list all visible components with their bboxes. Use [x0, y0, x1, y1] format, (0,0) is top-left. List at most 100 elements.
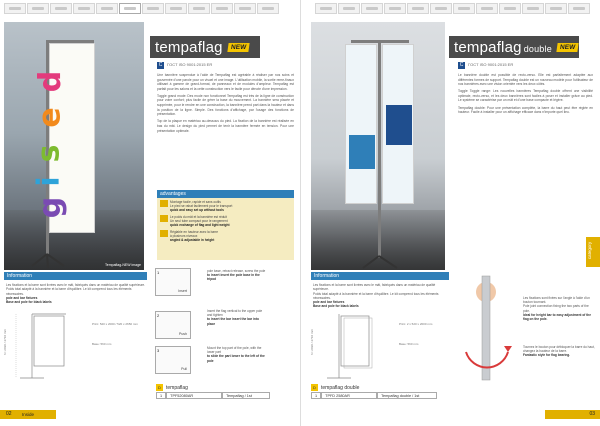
- thumbnail[interactable]: [499, 3, 521, 14]
- advantage-item: Le poids du mât et la bannière est rédui…: [160, 215, 291, 227]
- order-code[interactable]: TPFD 2580AR: [321, 392, 378, 399]
- step-bold: to slide the part lower to the left of t…: [207, 354, 265, 363]
- order-label: D tempaflag double: [311, 384, 359, 391]
- step-instructions-1: pole base, retract release, screw the po…: [207, 269, 267, 282]
- new-badge: NEW: [556, 42, 579, 52]
- step-box-3: 3 Pull: [155, 346, 191, 374]
- information-header: Information: [311, 272, 449, 280]
- thumbnail[interactable]: [234, 3, 256, 14]
- advantage-item: Réglable en hauteur avec la barre à plus…: [160, 230, 291, 242]
- caption-bold: Fantastic style for flag bearing.: [523, 353, 571, 358]
- order-letter: D: [311, 384, 318, 391]
- step-box-2: 2 Push: [155, 311, 191, 339]
- thumbnail[interactable]: [384, 3, 406, 14]
- advantage-bold: quick and easy set up without tools: [170, 208, 224, 212]
- title-suffix: double: [523, 43, 552, 54]
- thumbnail[interactable]: [4, 3, 26, 14]
- left-page: d e s i g Tempaflag-NEW image tempaflag …: [0, 0, 300, 426]
- footer-bar-right: 03: [545, 410, 600, 419]
- thumbnail[interactable]: [211, 3, 233, 14]
- step-box-1: 1 Insert: [155, 268, 191, 296]
- thumbnail[interactable]: [27, 3, 49, 14]
- order-qty: 1: [311, 392, 322, 399]
- catalog-spread: d e s i g Tempaflag-NEW image tempaflag …: [0, 0, 600, 426]
- caption-text: Les fixations sont fixées sur l'angle à …: [523, 296, 590, 305]
- info-line: Les fixations et la barre sont livrées a…: [313, 283, 436, 292]
- order-code[interactable]: TPF52080AR: [166, 392, 223, 399]
- product-title: tempaflag: [155, 38, 223, 56]
- product-title-bar-double: tempaflag double NEW: [449, 36, 579, 58]
- information-header: Information: [4, 272, 147, 280]
- step-text: Insert the flag vertical to the upper po…: [207, 309, 263, 318]
- info-line: Poids total adapté à la bannière et la b…: [6, 287, 132, 296]
- step-text: Mount the top part of the pole, with the…: [207, 346, 262, 355]
- category-side-tab[interactable]: category: [586, 237, 600, 267]
- title-main: tempaflag: [454, 38, 522, 56]
- height-dimension: h= 2030 / 2710 mm: [309, 329, 314, 355]
- side-tab-label: category: [587, 241, 593, 260]
- order-extra: Tempaflag double / 1st: [377, 392, 438, 399]
- order-extra: Tempaflag / 1st: [222, 392, 271, 399]
- step-number: 1: [157, 270, 160, 275]
- advantages-header: advantages: [157, 190, 294, 198]
- thumbnail[interactable]: [430, 3, 452, 14]
- order-qty: 1: [156, 392, 167, 399]
- description-paragraph: Tempaflag double: Pour une présentation …: [458, 105, 593, 115]
- page-number: 02: [6, 411, 12, 417]
- order-product-name: tempaflag double: [321, 384, 360, 391]
- advantage-bold: angled & adjustable in height: [170, 238, 215, 242]
- description-paragraph: Toggle Toggle range: Les nouvelles banni…: [458, 89, 593, 103]
- thumbnail[interactable]: [96, 3, 118, 14]
- description-paragraph: Top de la plaque en matériau au-dessous …: [157, 119, 294, 133]
- thumbnail[interactable]: [522, 3, 544, 14]
- information-text: Les fixations et la barre sont livrées a…: [313, 283, 449, 309]
- thumbnail[interactable]: [361, 3, 383, 14]
- footer-bar-left: 02 Inside: [0, 410, 56, 419]
- product-photo-tempaflag: d e s i g Tempaflag-NEW image: [4, 22, 144, 270]
- description-paragraph: Le bannière double est possible de recto…: [458, 73, 593, 87]
- description-paragraph: Une bannière suspendue à l'aide de Tempa…: [157, 73, 294, 91]
- product-photo-tempaflag-double: [311, 22, 445, 270]
- info-bold: Base and pole for black labels: [313, 304, 359, 309]
- height-dimension: h= 2030 / 2710 mm: [2, 329, 7, 355]
- detail-caption-bottom: Tournez le bouton pour débloquer la barr…: [523, 345, 595, 358]
- tripod-base: [31, 253, 65, 269]
- advantage-item: Montage facile, rapide et sans outils Le…: [160, 200, 291, 212]
- thumbnail[interactable]: [188, 3, 210, 14]
- thumbnail[interactable]: [315, 3, 337, 14]
- step-number: 2: [157, 313, 160, 318]
- thumbnail[interactable]: [407, 3, 429, 14]
- advantage-bold: quick exchange of flag and light weight: [170, 223, 230, 227]
- product-description-double: Le bannière double est possible de recto…: [458, 73, 593, 117]
- page-number: 03: [589, 411, 595, 417]
- thumbnail[interactable]: [453, 3, 475, 14]
- thumbnail-active[interactable]: [119, 3, 141, 14]
- thumbnail[interactable]: [568, 3, 590, 14]
- thumbnail[interactable]: [476, 3, 498, 14]
- caption-text: Pole joint connection fixing the two par…: [523, 304, 589, 313]
- product-title: tempaflag double: [449, 39, 552, 56]
- thumbnail[interactable]: [545, 3, 567, 14]
- thumbnail[interactable]: [50, 3, 72, 14]
- thumbnail[interactable]: [165, 3, 187, 14]
- thumbnail[interactable]: [338, 3, 360, 14]
- thumbnail[interactable]: [73, 3, 95, 14]
- information-text: Les fixations et la barre sont livrées a…: [6, 283, 146, 304]
- base-dimension: Base: 560 mm: [399, 342, 419, 346]
- advantage-icon: [160, 215, 168, 222]
- new-badge: NEW: [227, 42, 250, 52]
- certification-text: ГOCT ISO 9001:2015 ER: [468, 62, 514, 67]
- product-title-bar: tempaflag NEW: [150, 36, 260, 58]
- product-description: Une bannière suspendue à l'aide de Tempa…: [157, 73, 294, 136]
- info-bold: Base and pole for black labels: [6, 300, 52, 305]
- thumbnail-strip-right: [315, 3, 590, 15]
- dimension-diagram-double: [327, 314, 373, 379]
- thumbnail[interactable]: [257, 3, 279, 14]
- thumbnail-strip-left: [4, 3, 279, 15]
- thumbnail[interactable]: [142, 3, 164, 14]
- advantage-icon: [160, 200, 168, 207]
- step-tag: Insert: [178, 289, 187, 293]
- order-row: 1 TPFD 2580AR Tempaflag double / 1st: [311, 392, 438, 399]
- photo-caption: Tempaflag-NEW image: [105, 263, 141, 267]
- order-letter: D: [156, 384, 163, 391]
